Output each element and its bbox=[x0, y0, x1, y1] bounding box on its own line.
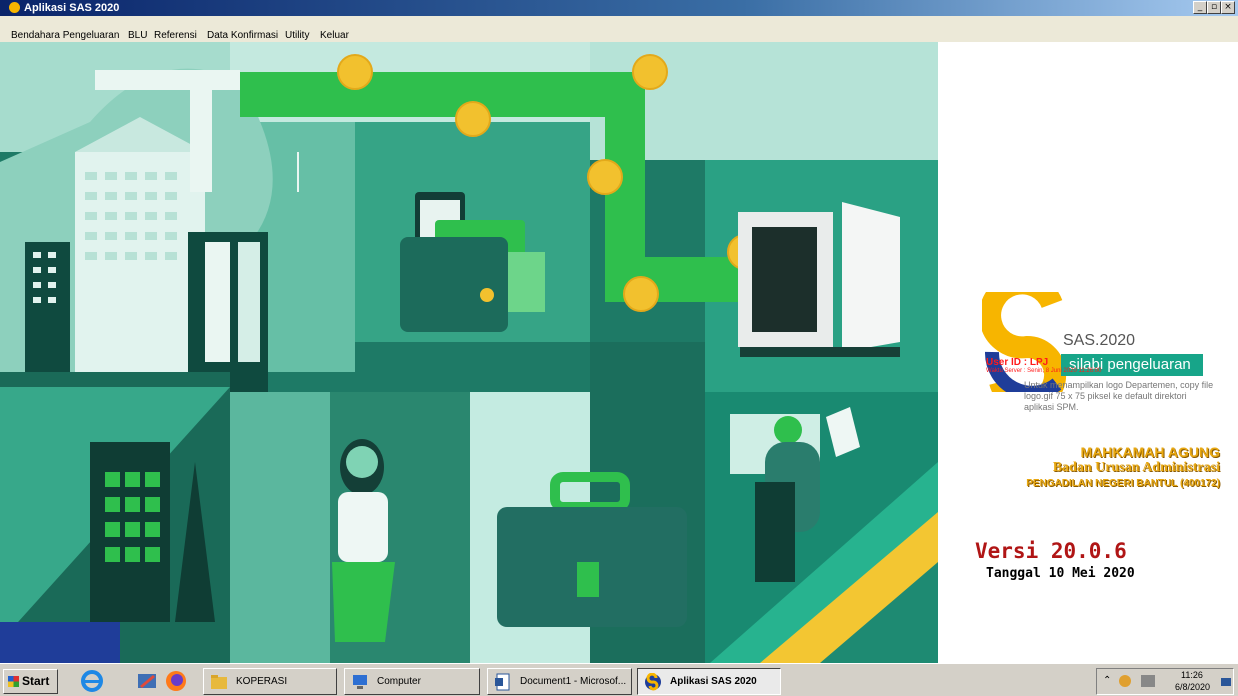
maximize-button[interactable]: ▫ bbox=[1207, 1, 1221, 14]
version-label: Versi 20.0.6 bbox=[975, 539, 1127, 563]
minimize-button[interactable]: _ bbox=[1193, 1, 1207, 14]
app-name: SAS.2020 bbox=[1063, 332, 1136, 349]
ie-icon[interactable] bbox=[80, 669, 104, 693]
org-division: Badan Urusan Administrasi bbox=[1052, 460, 1220, 475]
windows-flag-icon bbox=[8, 676, 19, 687]
menu-referensi[interactable]: Referensi bbox=[154, 30, 197, 42]
system-tray: ⌃ 11:26 6/8/2020 bbox=[1096, 668, 1234, 695]
task-aplikasi-sas[interactable]: Aplikasi SAS 2020 bbox=[637, 668, 781, 695]
task-label: Computer bbox=[377, 676, 421, 687]
tray-expand-icon[interactable]: ⌃ bbox=[1103, 675, 1111, 686]
info-panel: SAS.2020 silabi pengeluaran User ID : LP… bbox=[938, 42, 1238, 663]
sas-logo-icon bbox=[982, 292, 1067, 392]
start-label: Start bbox=[22, 674, 50, 688]
tools-icon[interactable] bbox=[135, 669, 159, 693]
task-koperasi[interactable]: KOPERASI bbox=[203, 668, 337, 695]
menu-keluar[interactable]: Keluar bbox=[320, 30, 349, 42]
menu-bendahara-pengeluaran[interactable]: Bendahara Pengeluaran bbox=[11, 30, 119, 42]
task-label: Document1 - Microsof... bbox=[520, 676, 627, 687]
release-date-label: Tanggal 10 Mei 2020 bbox=[986, 566, 1135, 581]
firefox-icon[interactable] bbox=[164, 669, 188, 693]
finance-illustration bbox=[0, 42, 938, 663]
network-icon[interactable] bbox=[1141, 675, 1155, 687]
taskbar: Start KOPERASI Computer Document1 - Micr… bbox=[0, 663, 1238, 696]
folder-icon bbox=[211, 675, 227, 689]
task-label: Aplikasi SAS 2020 bbox=[670, 676, 757, 687]
computer-icon bbox=[353, 675, 367, 689]
app-logo-icon bbox=[9, 2, 20, 13]
sas-icon bbox=[645, 673, 661, 691]
menu-bar: Bendahara Pengeluaran BLU Referensi Data… bbox=[0, 16, 1238, 42]
menu-data-konfirmasi[interactable]: Data Konfirmasi bbox=[207, 30, 278, 42]
show-desktop-icon[interactable] bbox=[1221, 678, 1231, 686]
org-name: MAHKAMAH AGUNG bbox=[1080, 444, 1220, 460]
clock-date[interactable]: 6/8/2020 bbox=[1175, 682, 1210, 692]
window-title: Aplikasi SAS 2020 bbox=[24, 2, 120, 14]
logo-note: Untuk menampilkan logo Departemen, copy … bbox=[1024, 380, 1214, 412]
clock-time[interactable]: 11:26 bbox=[1181, 670, 1203, 680]
title-bar: Aplikasi SAS 2020 _ ▫ × bbox=[0, 0, 1238, 16]
task-document1[interactable]: Document1 - Microsof... bbox=[487, 668, 632, 695]
start-button[interactable]: Start bbox=[3, 669, 58, 694]
menu-blu[interactable]: BLU bbox=[128, 30, 147, 42]
word-icon bbox=[495, 673, 510, 691]
speaker-icon[interactable] bbox=[1119, 675, 1131, 687]
server-time-label: Waktu Server : Senin, 8 Juni 2020 11:26:… bbox=[986, 368, 1102, 374]
menu-utility[interactable]: Utility bbox=[285, 30, 309, 42]
user-id-label: User ID : LPJ bbox=[986, 357, 1049, 368]
task-computer[interactable]: Computer bbox=[344, 668, 480, 695]
close-button[interactable]: × bbox=[1221, 1, 1235, 14]
org-unit: PENGADILAN NEGERI BANTUL (400172) bbox=[1026, 478, 1220, 489]
task-label: KOPERASI bbox=[236, 676, 288, 687]
